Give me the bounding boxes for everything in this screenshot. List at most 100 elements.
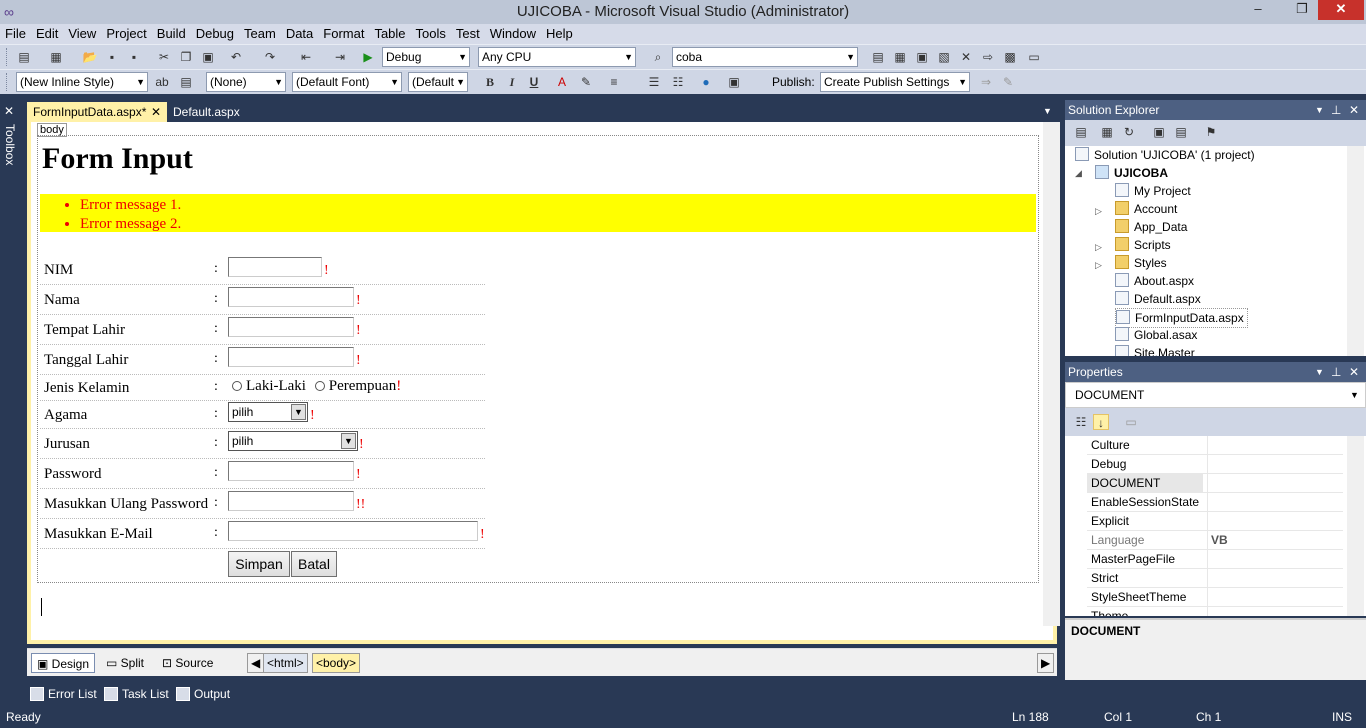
toolbar-options-icon[interactable]: ▣ — [726, 74, 742, 90]
pin-icon[interactable]: ⊥ — [1331, 362, 1341, 382]
tree-item-app-data[interactable]: App_Data — [1115, 218, 1187, 236]
publish-settings-dropdown[interactable]: Create Publish Settings ▼ — [820, 72, 970, 92]
pin-icon[interactable]: ⊥ — [1331, 100, 1341, 120]
design-surface[interactable]: Form Input Error message 1. Error messag… — [37, 135, 1039, 583]
menu-table[interactable]: Table — [369, 24, 410, 44]
menu-edit[interactable]: Edit — [31, 24, 63, 44]
close-button[interactable]: ✕ — [1318, 0, 1364, 20]
tab-output[interactable]: Output — [176, 686, 230, 702]
add-item-icon[interactable]: ▦ — [48, 49, 64, 65]
start-debugging-icon[interactable]: ▶ — [360, 49, 376, 65]
confirm-password-input[interactable] — [228, 491, 354, 511]
background-color-icon[interactable]: ✎ — [578, 74, 594, 90]
menu-help[interactable]: Help — [541, 24, 578, 44]
bulleted-list-icon[interactable]: ☰ — [646, 74, 662, 90]
save-all-icon[interactable]: ▪ — [126, 49, 142, 65]
object-browser-icon[interactable]: ▣ — [914, 49, 930, 65]
menu-debug[interactable]: Debug — [191, 24, 239, 44]
apply-style-icon[interactable]: ab — [154, 74, 170, 90]
nim-input[interactable] — [228, 257, 322, 277]
block-format-dropdown[interactable]: (None) ▼ — [206, 72, 286, 92]
undo-icon[interactable]: ↶ — [228, 49, 244, 65]
menu-data[interactable]: Data — [281, 24, 318, 44]
solution-platform-dropdown[interactable]: Any CPU ▼ — [478, 47, 636, 67]
tab-task-list[interactable]: Task List — [104, 686, 169, 702]
toolbar-grip[interactable] — [6, 48, 9, 66]
design-view-button[interactable]: ▣ Design — [31, 653, 96, 673]
password-input[interactable] — [228, 461, 354, 481]
chevron-down-icon[interactable]: ▼ — [1043, 106, 1052, 116]
tree-item-solution[interactable]: Solution 'UJICOBA' (1 project) — [1075, 146, 1255, 164]
property-row[interactable]: Strict — [1087, 569, 1343, 588]
menu-window[interactable]: Window — [485, 24, 541, 44]
toolbar-grip[interactable] — [6, 73, 9, 91]
property-row[interactable]: Culture — [1087, 436, 1343, 455]
source-view-button[interactable]: ⊡ Source — [157, 653, 218, 673]
new-project-icon[interactable]: ▤ — [16, 49, 32, 65]
vertical-scrollbar[interactable] — [1043, 122, 1060, 626]
class-diagram-icon[interactable]: ⚑ — [1203, 124, 1219, 140]
property-row[interactable]: StyleSheetTheme — [1087, 588, 1343, 607]
properties-icon[interactable]: ▤ — [1073, 124, 1089, 140]
tree-item-global[interactable]: Global.asax — [1115, 326, 1197, 344]
numbered-list-icon[interactable]: ☷ — [670, 74, 686, 90]
toolbox-tab[interactable]: Toolbox — [3, 124, 17, 165]
start-page-icon[interactable]: ▩ — [1002, 49, 1018, 65]
email-input[interactable] — [228, 521, 478, 541]
publish-settings-icon[interactable]: ✎ — [1000, 74, 1016, 90]
cut-icon[interactable]: ✂ — [156, 49, 172, 65]
tree-item-account[interactable]: Account — [1115, 200, 1177, 218]
redo-icon[interactable]: ↷ — [262, 49, 278, 65]
tree-item-forminputdata[interactable]: FormInputData.aspx — [1115, 308, 1248, 328]
restore-button[interactable]: ❐ — [1290, 0, 1314, 20]
radio-laki-laki[interactable] — [232, 381, 242, 391]
menu-team[interactable]: Team — [239, 24, 281, 44]
menu-test[interactable]: Test — [451, 24, 485, 44]
tab-error-list[interactable]: Error List — [30, 686, 97, 702]
breadcrumb-body[interactable]: <body> — [312, 653, 361, 673]
tools-icon[interactable]: ✕ — [958, 49, 974, 65]
expand-icon[interactable]: ▷ — [1095, 242, 1102, 253]
target-rule-dropdown[interactable]: (New Inline Style) ▼ — [16, 72, 148, 92]
categorized-icon[interactable]: ☷ — [1073, 414, 1089, 430]
split-view-button[interactable]: ▭ Split — [101, 653, 149, 673]
open-file-icon[interactable]: 📂 — [82, 49, 98, 65]
menu-file[interactable]: File — [0, 24, 31, 44]
tree-item-scripts[interactable]: Scripts — [1115, 236, 1171, 254]
property-row[interactable]: DOCUMENT — [1087, 474, 1343, 493]
jurusan-dropdown[interactable]: pilih ▼ — [228, 431, 358, 451]
menu-format[interactable]: Format — [318, 24, 369, 44]
menu-tools[interactable]: Tools — [411, 24, 451, 44]
tree-item-about[interactable]: About.aspx — [1115, 272, 1194, 290]
justify-icon[interactable]: ≡ — [606, 74, 622, 90]
tree-item-project[interactable]: UJICOBA — [1095, 164, 1168, 182]
close-icon[interactable]: ✕ — [151, 102, 161, 122]
underline-button[interactable]: U — [526, 74, 542, 90]
collapse-icon[interactable]: ◢ — [1075, 168, 1082, 179]
breadcrumb-html[interactable]: <html> — [263, 653, 308, 673]
cancel-button[interactable]: Batal — [291, 551, 337, 577]
property-row[interactable]: Explicit — [1087, 512, 1343, 531]
tree-item-site-master[interactable]: Site.Master — [1115, 344, 1195, 356]
tab-default[interactable]: Default.aspx — [167, 102, 246, 122]
chevron-down-icon[interactable]: ▼ — [1315, 362, 1324, 382]
copy-icon[interactable]: ❐ — [178, 49, 194, 65]
vertical-scrollbar[interactable] — [1347, 436, 1364, 616]
navigate-backward-icon[interactable]: ⇤ — [298, 49, 314, 65]
close-icon[interactable]: ✕ — [1349, 100, 1359, 120]
chevron-left-icon[interactable]: ◀ — [247, 653, 265, 673]
nama-input[interactable] — [228, 287, 354, 307]
tab-forminputdata[interactable]: FormInputData.aspx* ✕ — [27, 102, 167, 122]
tree-item-styles[interactable]: Styles — [1115, 254, 1167, 272]
property-row[interactable]: Theme — [1087, 607, 1343, 616]
save-icon[interactable]: ▪ — [104, 49, 120, 65]
solution-configuration-dropdown[interactable]: Debug ▼ — [382, 47, 470, 67]
extension-manager-icon[interactable]: ⇨ — [980, 49, 996, 65]
chevron-down-icon[interactable]: ▼ — [1315, 100, 1324, 120]
hyperlink-icon[interactable]: ● — [698, 74, 714, 90]
property-row[interactable]: MasterPageFile — [1087, 550, 1343, 569]
menu-view[interactable]: View — [63, 24, 101, 44]
expand-icon[interactable]: ▷ — [1095, 260, 1102, 271]
chevron-right-icon[interactable]: ▶ — [1037, 653, 1055, 673]
menu-build[interactable]: Build — [152, 24, 191, 44]
